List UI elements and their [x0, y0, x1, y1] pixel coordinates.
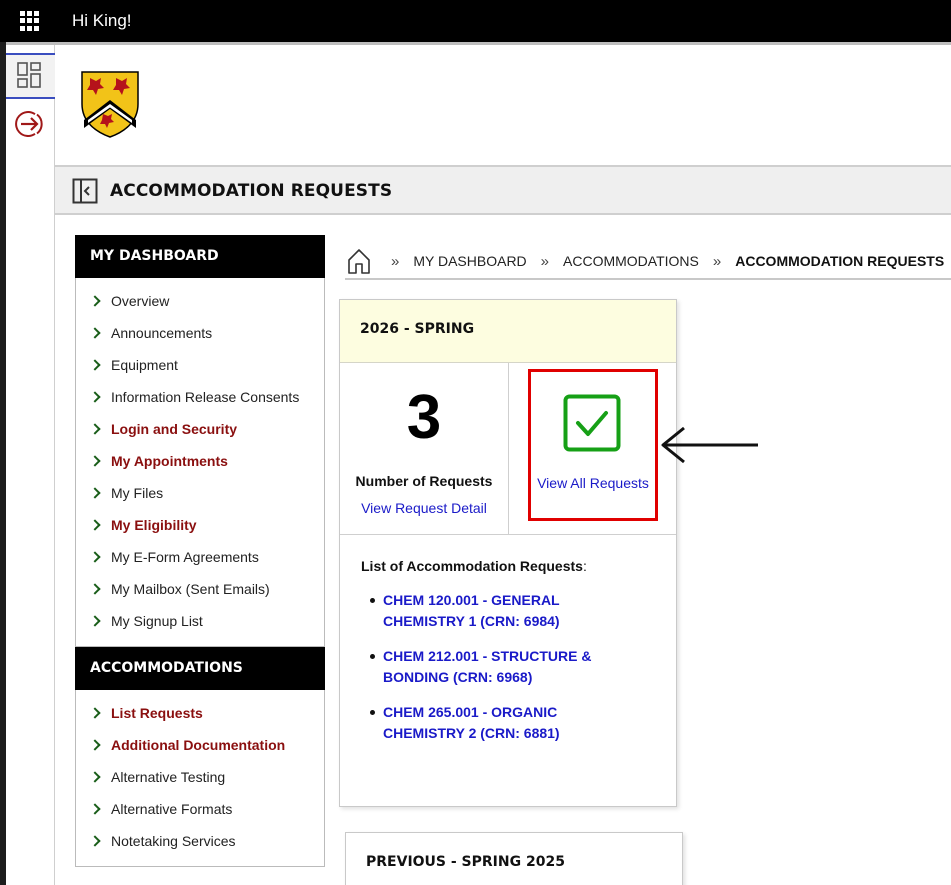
user-greeting: Hi King!	[72, 11, 132, 30]
university-crest-logo	[81, 71, 139, 138]
sidebar-item-overview[interactable]: Overview	[76, 285, 324, 317]
sidebar-item-notetaking-services[interactable]: Notetaking Services	[76, 825, 324, 857]
collapse-sidebar-icon[interactable]	[72, 178, 98, 204]
request-count-label: Number of Requests	[355, 473, 493, 489]
left-arrow-icon	[661, 426, 758, 464]
sidebar-item-label: Alternative Formats	[111, 801, 233, 817]
chevron-right-icon	[89, 359, 101, 371]
sidebar-item-label: Notetaking Services	[111, 833, 236, 849]
sidebar-item-label: My Mailbox (Sent Emails)	[111, 581, 270, 597]
request-link[interactable]: CHEM 212.001 - STRUCTURE & BONDING (CRN:…	[370, 646, 613, 688]
chevron-right-icon	[89, 487, 101, 499]
sidebar-item-label: My Signup List	[111, 613, 203, 629]
sidebar-item-label: My Appointments	[111, 453, 228, 469]
sidebar-item-my-files[interactable]: My Files	[76, 477, 324, 509]
request-link[interactable]: CHEM 265.001 - ORGANIC CHEMISTRY 2 (CRN:…	[370, 702, 613, 744]
logout-icon[interactable]	[15, 109, 45, 139]
sidebar-item-label: My E-Form Agreements	[111, 549, 259, 565]
request-list: CHEM 120.001 - GENERAL CHEMISTRY 1 (CRN:…	[361, 590, 656, 744]
home-icon[interactable]	[345, 247, 373, 275]
request-count: 3	[406, 383, 442, 452]
breadcrumb-separator: »	[712, 252, 722, 270]
chevron-right-icon	[89, 583, 101, 595]
accommodations-menu: List Requests Additional Documentation Alt…	[75, 690, 325, 867]
sidebar-item-label: Equipment	[111, 357, 178, 373]
breadcrumb-item[interactable]: MY DASHBOARD	[413, 253, 526, 269]
chevron-right-icon	[89, 391, 101, 403]
breadcrumb-separator: »	[540, 252, 550, 270]
sidebar-item-my-appointments[interactable]: My Appointments	[76, 445, 324, 477]
previous-term-card: PREVIOUS - SPRING 2025	[345, 832, 683, 885]
sidebar-item-additional-documentation[interactable]: Additional Documentation	[76, 729, 324, 761]
sidebar-item-label: Announcements	[111, 325, 213, 341]
left-rail	[0, 45, 55, 885]
sidebar-item-my-mailbox-sent-emails[interactable]: My Mailbox (Sent Emails)	[76, 573, 324, 605]
breadcrumb-item: ACCOMMODATION REQUESTS	[735, 253, 945, 269]
sidebar-item-label: Additional Documentation	[111, 737, 286, 753]
chevron-right-icon	[89, 295, 101, 307]
sidebar-item-my-signup-list[interactable]: My Signup List	[76, 605, 324, 637]
chevron-right-icon	[89, 423, 101, 435]
request-count-panel: 3 Number of Requests View Request Detail	[340, 363, 509, 534]
sidebar-item-my-e-form-agreements[interactable]: My E-Form Agreements	[76, 541, 324, 573]
sidebar-item-alternative-formats[interactable]: Alternative Formats	[76, 793, 324, 825]
sidebar-item-label: My Files	[111, 485, 164, 501]
breadcrumb-item[interactable]: ACCOMMODATIONS	[563, 253, 699, 269]
sidebar-item-list-requests[interactable]: List Requests	[76, 697, 324, 729]
sidebar-item-my-eligibility[interactable]: My Eligibility	[76, 509, 324, 541]
view-all-requests-link[interactable]: View All Requests	[525, 475, 661, 491]
sidebar-heading-my-dashboard: MY DASHBOARD	[75, 235, 325, 278]
previous-term-heading: PREVIOUS - SPRING 2025	[366, 854, 565, 870]
page-title: ACCOMMODATION REQUESTS	[110, 181, 393, 201]
request-list-title: List of Accommodation Requests:	[361, 558, 587, 574]
term-stats: 3 Number of Requests View Request Detail…	[340, 363, 676, 535]
chevron-right-icon	[89, 455, 101, 467]
sidebar-heading-accommodations: ACCOMMODATIONS	[75, 647, 325, 690]
chevron-right-icon	[89, 551, 101, 563]
apps-grid-icon[interactable]	[20, 11, 40, 31]
chevron-right-icon	[89, 835, 101, 847]
sidebar-item-information-release-consents[interactable]: Information Release Consents	[76, 381, 324, 413]
dashboard-icon[interactable]	[17, 62, 41, 88]
sidebar-item-label: Overview	[111, 293, 170, 309]
view-request-detail-link[interactable]: View Request Detail	[340, 500, 508, 516]
chevron-right-icon	[89, 771, 101, 783]
chevron-right-icon	[89, 803, 101, 815]
breadcrumb: » MY DASHBOARD » ACCOMMODATIONS » ACCOMMODATI…	[345, 244, 951, 280]
sidebar-item-label: Alternative Testing	[111, 769, 226, 785]
sidebar-item-label: Login and Security	[111, 421, 238, 437]
top-bar: Hi King!	[0, 0, 951, 42]
chevron-right-icon	[89, 519, 101, 531]
chevron-right-icon	[89, 327, 101, 339]
top-divider	[0, 42, 951, 45]
current-term-card: 2026 - SPRING 3 Number of Requests View …	[339, 299, 677, 807]
term-heading: 2026 - SPRING	[340, 300, 676, 363]
sidebar-item-alternative-testing[interactable]: Alternative Testing	[76, 761, 324, 793]
sidebar-item-login-and-security[interactable]: Login and Security	[76, 413, 324, 445]
chevron-right-icon	[89, 615, 101, 627]
dashboard-sidebar: MY DASHBOARD Overview Announcements Equipm…	[75, 235, 325, 867]
sidebar-item-label: List Requests	[111, 705, 203, 721]
sidebar-item-equipment[interactable]: Equipment	[76, 349, 324, 381]
rail-edge	[0, 42, 6, 885]
checkmark-icon[interactable]	[563, 394, 621, 452]
breadcrumb-separator: »	[391, 252, 400, 270]
sidebar-item-label: Information Release Consents	[111, 389, 300, 405]
page-header: ACCOMMODATION REQUESTS	[55, 165, 951, 215]
dashboard-menu: Overview Announcements Equipment Informatio…	[75, 278, 325, 647]
chevron-right-icon	[89, 739, 101, 751]
request-list-section: List of Accommodation Requests: CHEM 120…	[340, 535, 676, 744]
sidebar-item-announcements[interactable]: Announcements	[76, 317, 324, 349]
sidebar-item-label: My Eligibility	[111, 517, 197, 533]
chevron-right-icon	[89, 707, 101, 719]
request-link[interactable]: CHEM 120.001 - GENERAL CHEMISTRY 1 (CRN:…	[370, 590, 613, 632]
